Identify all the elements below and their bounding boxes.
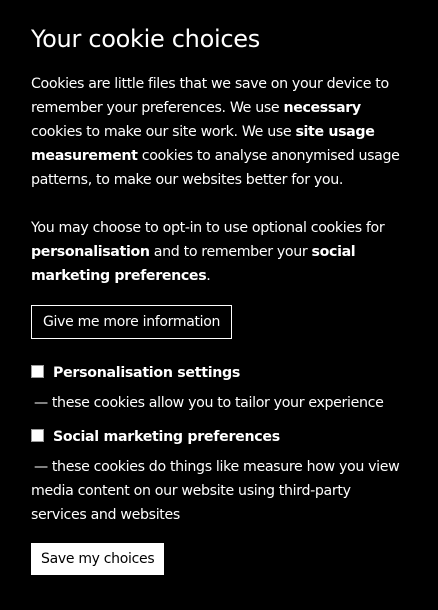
option-personalisation: Personalisation settings — these cookies … <box>31 363 410 415</box>
intro-text: cookies to make our site work. We use <box>31 124 296 140</box>
personalisation-checkbox[interactable] <box>31 365 44 378</box>
social-marketing-description: — these cookies do things like measure ho… <box>31 455 410 527</box>
intro-paragraph-2: You may choose to opt-in to use optional… <box>31 216 410 288</box>
intro-text: and to remember your <box>149 244 312 260</box>
description-text: these cookies do things like measure how… <box>31 459 400 523</box>
social-marketing-label[interactable]: Social marketing preferences <box>53 427 280 447</box>
save-choices-button[interactable]: Save my choices <box>31 543 165 575</box>
social-marketing-checkbox[interactable] <box>31 429 44 442</box>
personalisation-description: — these cookies allow you to tailor your … <box>31 391 410 415</box>
dash-glyph: — <box>34 459 48 475</box>
intro-paragraph-1: Cookies are little files that we save on… <box>31 72 410 192</box>
dialog-title: Your cookie choices <box>31 25 260 53</box>
more-information-button[interactable]: Give me more information <box>31 305 233 339</box>
dash-glyph: — <box>34 395 48 411</box>
option-row: Personalisation settings <box>31 363 410 383</box>
intro-text: . <box>206 268 211 284</box>
personalisation-label[interactable]: Personalisation settings <box>53 363 240 383</box>
description-text: these cookies allow you to tailor your e… <box>51 395 384 411</box>
necessary-emphasis: necessary <box>283 100 361 116</box>
intro-text: You may choose to opt-in to use optional… <box>31 220 385 236</box>
option-row: Social marketing preferences <box>31 427 410 447</box>
personalisation-emphasis: personalisation <box>31 244 150 260</box>
cookie-dialog: Your cookie choices Cookies are little f… <box>0 0 438 610</box>
option-social-marketing: Social marketing preferences — these cook… <box>31 427 410 527</box>
